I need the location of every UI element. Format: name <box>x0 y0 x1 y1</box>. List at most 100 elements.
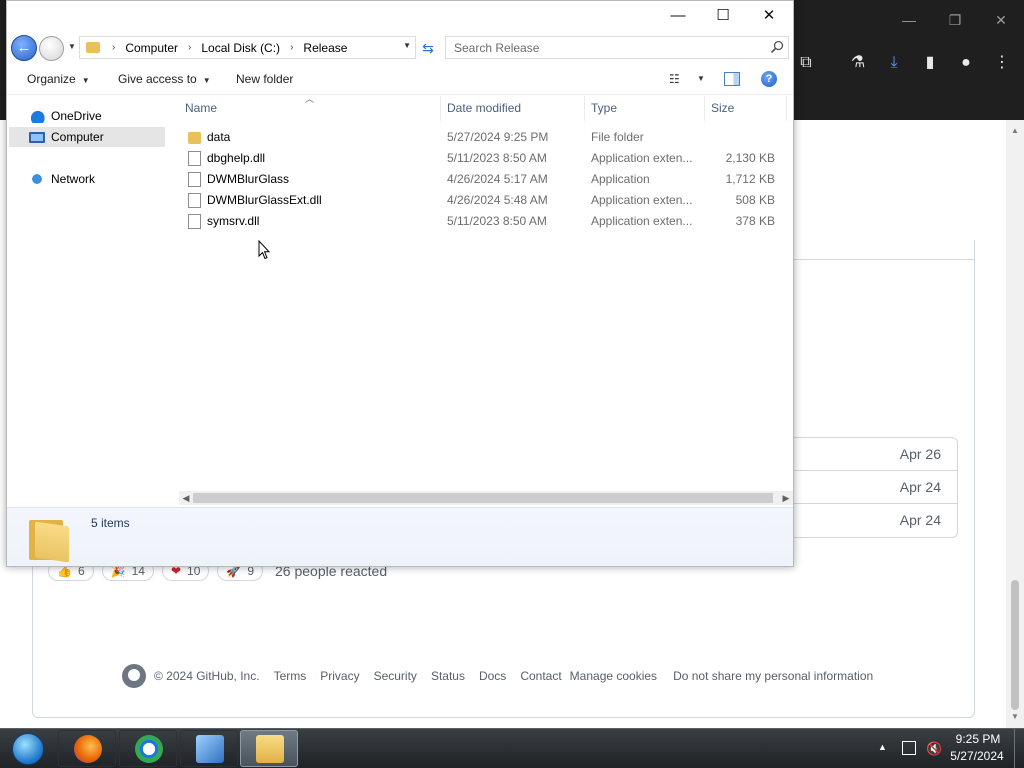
footer-link-security[interactable]: Security <box>374 669 417 683</box>
close-button[interactable]: ✕ <box>746 1 792 31</box>
table-row[interactable]: data 5/27/2024 9:25 PM File folder <box>179 127 793 148</box>
release-assets-list: Apr 26 Apr 24 Apr 24 <box>780 437 958 538</box>
footer-link-do-not-share[interactable]: Do not share my personal information <box>673 669 873 683</box>
list-item[interactable]: Apr 24 <box>781 471 957 504</box>
file-type: File folder <box>591 130 644 144</box>
taskbar-app-control-panel[interactable] <box>180 730 238 767</box>
title-bar[interactable]: — ☐ ✕ <box>7 1 793 33</box>
file-size: 1,712 KB <box>725 172 775 186</box>
file-name: dbghelp.dll <box>207 151 266 165</box>
menu-icon[interactable]: ⋮ <box>990 51 1014 75</box>
scrollbar-thumb[interactable] <box>193 493 773 503</box>
file-icon <box>188 193 201 208</box>
show-desktop-button[interactable] <box>1014 729 1024 768</box>
give-access-label: Give access to <box>118 72 197 86</box>
volume-muted-icon[interactable]: 🔇 <box>926 741 942 757</box>
list-item[interactable]: Apr 24 <box>781 504 957 537</box>
views-icon[interactable]: ☷ <box>669 72 680 86</box>
file-size: 378 KB <box>735 214 775 228</box>
taskbar-app-file-explorer[interactable] <box>240 730 298 767</box>
page-footer: © 2024 GitHub, Inc. Terms Privacy Securi… <box>122 664 873 688</box>
breadcrumb-local-disk[interactable]: Local Disk (C:) <box>201 41 280 55</box>
help-icon[interactable]: ? <box>761 71 777 87</box>
column-divider[interactable] <box>786 96 787 121</box>
column-divider[interactable] <box>704 96 705 121</box>
search-input[interactable] <box>446 37 764 58</box>
column-header-type[interactable]: Type <box>591 101 617 121</box>
file-size: 2,130 KB <box>725 151 775 165</box>
divider <box>793 259 975 260</box>
nav-item-computer[interactable]: Computer <box>9 127 165 147</box>
table-row[interactable]: DWMBlurGlass 4/26/2024 5:17 AM Applicati… <box>179 169 793 190</box>
maximize-button[interactable]: ☐ <box>700 1 746 31</box>
table-row[interactable]: symsrv.dll 5/11/2023 8:50 AM Application… <box>179 211 793 232</box>
clock-date[interactable]: 5/27/2024 <box>946 749 1008 763</box>
clock-time[interactable]: 9:25 PM <box>950 732 1006 746</box>
table-row[interactable]: DWMBlurGlassExt.dll 4/26/2024 5:48 AM Ap… <box>179 190 793 211</box>
scroll-up-arrow-icon[interactable]: ▲ <box>1010 126 1020 136</box>
chevron-down-icon: ▼ <box>202 76 211 85</box>
scrollbar-thumb[interactable] <box>1011 580 1019 710</box>
organize-label: Organize <box>27 72 76 86</box>
copyright: © 2024 GitHub, Inc. <box>154 669 260 683</box>
scroll-right-arrow-icon[interactable]: ▶ <box>779 491 793 505</box>
sidebar-icon[interactable]: ▮ <box>918 51 942 75</box>
nav-item-network[interactable]: Network <box>9 169 165 189</box>
github-logo-icon[interactable] <box>122 664 146 688</box>
footer-link-status[interactable]: Status <box>431 669 465 683</box>
download-icon[interactable]: ⤓ <box>882 51 906 75</box>
address-dropdown-icon[interactable]: ▼ <box>403 41 411 50</box>
list-item[interactable]: Apr 26 <box>781 438 957 471</box>
labs-icon[interactable]: ⚗ <box>846 51 870 75</box>
column-header-size[interactable]: Size <box>711 101 734 121</box>
column-divider[interactable] <box>440 96 441 121</box>
browser-scrollbar[interactable]: ▲ ▼ <box>1006 120 1024 728</box>
network-tray-icon[interactable] <box>902 741 916 755</box>
taskbar-app-chrome[interactable] <box>119 730 177 767</box>
minimize-button[interactable]: — <box>655 1 701 31</box>
footer-link-manage-cookies[interactable]: Manage cookies <box>570 669 657 683</box>
file-icon <box>188 172 201 187</box>
footer-link-docs[interactable]: Docs <box>479 669 506 683</box>
horizontal-scrollbar[interactable]: ◀ ▶ <box>179 491 793 505</box>
file-date: 5/11/2023 8:50 AM <box>447 214 547 228</box>
chevron-down-icon[interactable]: ▼ <box>697 74 705 83</box>
extensions-icon[interactable]: ⧉ <box>794 51 818 75</box>
address-bar[interactable]: › Computer › Local Disk (C:) › Release ▼ <box>79 36 416 59</box>
back-arrow-icon[interactable]: ← <box>11 35 37 61</box>
column-divider[interactable] <box>584 96 585 121</box>
footer-link-terms[interactable]: Terms <box>274 669 307 683</box>
column-header-date-modified[interactable]: Date modified <box>447 101 521 121</box>
forward-arrow-icon[interactable] <box>39 36 64 61</box>
search-icon[interactable] <box>770 40 784 54</box>
breadcrumb-computer[interactable]: Computer <box>125 41 178 55</box>
profile-icon[interactable]: ● <box>954 51 978 75</box>
footer-link-privacy[interactable]: Privacy <box>320 669 359 683</box>
asset-date: Apr 26 <box>899 446 941 462</box>
browser-minimize-button[interactable]: — <box>897 8 921 32</box>
breadcrumb-release[interactable]: Release <box>303 41 347 55</box>
folder-icon <box>29 514 69 563</box>
refresh-icon[interactable]: ⇆ <box>418 39 438 57</box>
scroll-left-arrow-icon[interactable]: ◀ <box>179 491 193 505</box>
browser-restore-button[interactable]: ❐ <box>943 8 967 32</box>
give-access-button[interactable]: Give access to ▼ <box>118 72 211 86</box>
scroll-down-arrow-icon[interactable]: ▼ <box>1010 712 1020 722</box>
new-folder-button[interactable]: New folder <box>236 72 293 86</box>
file-icon <box>188 151 201 166</box>
browser-close-button[interactable]: ✕ <box>989 8 1013 32</box>
table-row[interactable]: dbghelp.dll 5/11/2023 8:50 AM Applicatio… <box>179 148 793 169</box>
organize-button[interactable]: Organize ▼ <box>27 72 90 86</box>
footer-link-contact[interactable]: Contact <box>520 669 561 683</box>
computer-icon <box>29 131 45 143</box>
recent-locations-chevron-icon[interactable]: ▼ <box>66 40 78 54</box>
taskbar-app-firefox[interactable] <box>58 730 116 767</box>
file-name: symsrv.dll <box>207 214 260 228</box>
nav-item-label: Computer <box>51 130 104 144</box>
nav-item-onedrive[interactable]: OneDrive <box>9 106 165 126</box>
tray-overflow-icon[interactable]: ▲ <box>878 742 887 752</box>
column-header-name[interactable]: Name <box>185 101 217 121</box>
onedrive-icon <box>29 109 45 123</box>
preview-pane-icon[interactable] <box>724 72 740 86</box>
start-button[interactable] <box>4 731 48 767</box>
